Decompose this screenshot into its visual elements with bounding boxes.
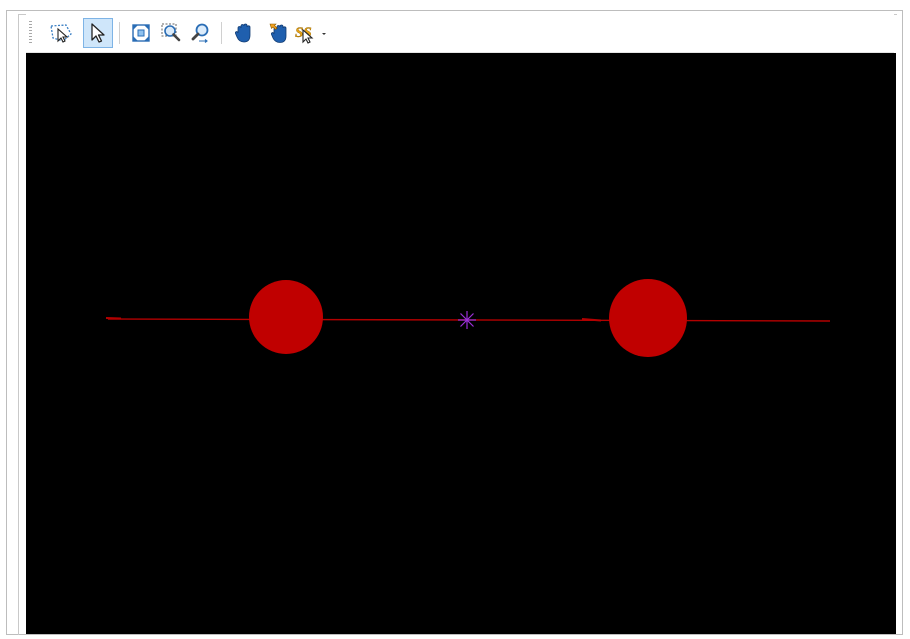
snap-button[interactable]: SS: [294, 18, 332, 48]
view-toolbar: SS: [26, 14, 894, 53]
toolbar-grip[interactable]: [29, 21, 32, 45]
line-stub-left: [105, 317, 122, 320]
select-by-polygon-button[interactable]: [46, 18, 76, 48]
snap-cursor-icon: SS: [295, 25, 314, 44]
scene-svg: [105, 279, 831, 357]
pan-continuous-button[interactable]: [264, 18, 294, 48]
select-arrow-button[interactable]: [83, 18, 113, 48]
arrow-cursor-icon: [91, 23, 105, 43]
zoom-window-button[interactable]: [156, 18, 186, 48]
drawing-canvas[interactable]: [26, 53, 896, 634]
center-marker-icon: [458, 311, 476, 329]
chevron-down-icon[interactable]: [321, 31, 327, 37]
zoom-extents-button[interactable]: [126, 18, 156, 48]
pan-button[interactable]: [229, 18, 259, 48]
zoom-extents-icon: [132, 24, 150, 42]
hand-arrow-icon: [269, 23, 287, 43]
toolbar-separator: [221, 22, 222, 44]
toolbar-separator: [119, 22, 120, 44]
polygon-select-arrow-icon: [50, 24, 72, 43]
zoom-magnifier-icon: [191, 23, 209, 43]
circle-right[interactable]: [609, 279, 687, 357]
zoom-window-icon: [161, 23, 181, 42]
zoom-dynamic-button[interactable]: [186, 18, 216, 48]
hand-icon: [234, 23, 251, 43]
circle-left[interactable]: [249, 280, 323, 354]
